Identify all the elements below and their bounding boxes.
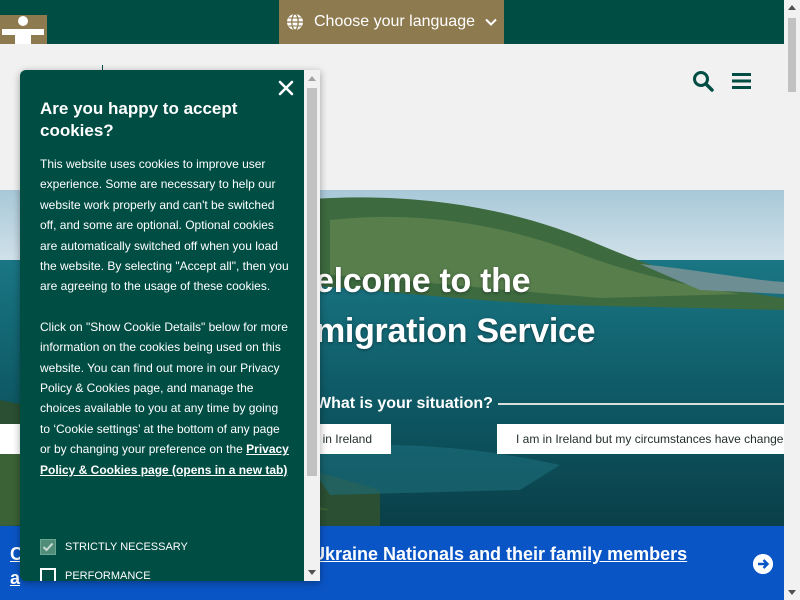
- choose-language-button[interactable]: Choose your language: [279, 0, 504, 44]
- top-bar: Choose your language: [0, 0, 784, 44]
- scrollbar-thumb[interactable]: [788, 18, 796, 92]
- arrow-right-circle-icon[interactable]: [753, 554, 773, 574]
- situation-label: What is your situation?: [316, 395, 493, 412]
- situation-divider: [498, 403, 784, 405]
- situation-option-circumstances-changed[interactable]: I am in Ireland but my circumstances hav…: [497, 424, 784, 454]
- cookie-option-strictly-necessary[interactable]: STRICTLY NECESSARY: [40, 539, 188, 555]
- scroll-down-arrow[interactable]: [788, 590, 796, 595]
- cookie-option-performance[interactable]: PERFORMANCE: [40, 568, 151, 581]
- cookie-paragraph-1: This website uses cookies to improve use…: [40, 157, 289, 294]
- cookie-option-label: STRICTLY NECESSARY: [65, 541, 188, 553]
- cookie-title: Are you happy to accept cookies?: [40, 99, 238, 140]
- cookie-description: This website uses cookies to improve use…: [40, 154, 290, 500]
- cookie-paragraph-2: Click on "Show Cookie Details" below for…: [40, 317, 290, 480]
- cookie-dialog-scrollbar[interactable]: [304, 70, 320, 581]
- banner-link-line2[interactable]: a: [10, 568, 20, 589]
- cookie-consent-dialog: Are you happy to accept cookies? This we…: [20, 70, 320, 581]
- hamburger-menu-icon[interactable]: [731, 70, 753, 92]
- checkmark-icon: [42, 542, 54, 552]
- language-label: Choose your language: [313, 13, 475, 30]
- globe-icon: [286, 13, 303, 31]
- scroll-up-arrow[interactable]: [308, 76, 316, 81]
- hero-title-line2: migration Service: [315, 312, 596, 350]
- banner-link[interactable]: Ukraine Nationals and their family membe…: [312, 544, 687, 565]
- checkbox-unchecked[interactable]: [40, 568, 56, 581]
- cookie-option-label: PERFORMANCE: [65, 570, 151, 581]
- search-icon[interactable]: [692, 70, 714, 92]
- hero-title-line1: elcome to the: [315, 262, 531, 300]
- option-label: I am in Ireland but my circumstances hav…: [516, 432, 784, 446]
- checkbox-checked[interactable]: [40, 539, 56, 555]
- scroll-down-arrow[interactable]: [308, 570, 316, 575]
- cookie-paragraph-2-text: Click on "Show Cookie Details" below for…: [40, 319, 288, 457]
- page-scrollbar[interactable]: [784, 0, 800, 600]
- chevron-down-icon: [485, 18, 497, 26]
- scroll-up-arrow[interactable]: [788, 5, 796, 10]
- scrollbar-thumb[interactable]: [307, 88, 317, 476]
- option-label: in Ireland: [322, 432, 372, 446]
- close-icon[interactable]: [276, 78, 296, 98]
